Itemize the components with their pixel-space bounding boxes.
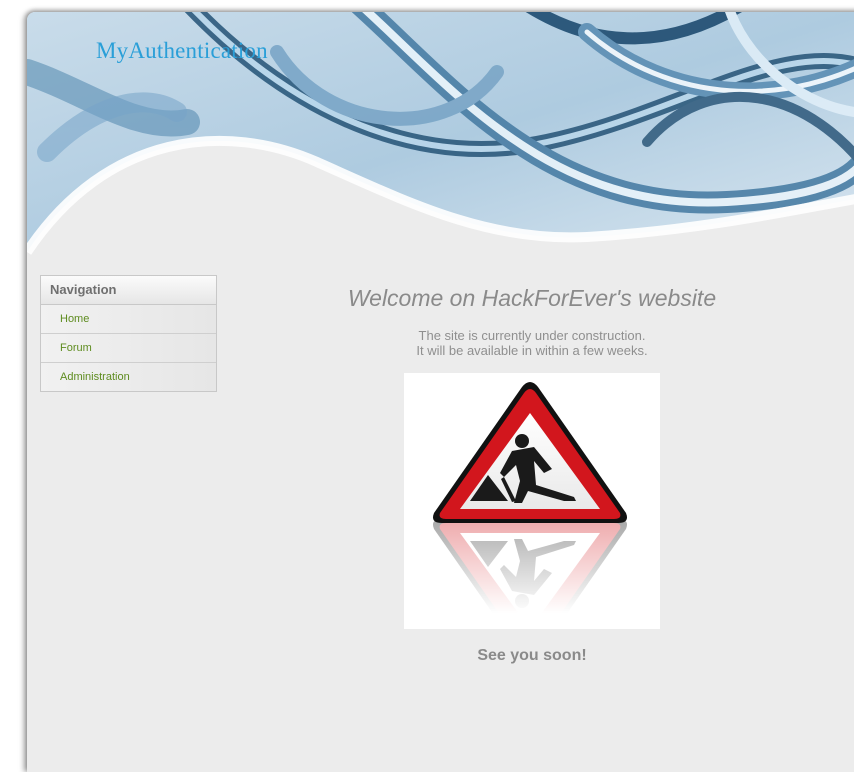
construction-message-line-2: It will be available in within a few wee…	[416, 343, 648, 358]
navigation-panel: Navigation Home Forum Administration	[40, 275, 217, 392]
construction-message: The site is currently under construction…	[237, 328, 827, 358]
navigation-heading: Navigation	[41, 276, 216, 305]
site-title: MyAuthentication	[96, 38, 268, 63]
nav-link-home[interactable]: Home	[41, 305, 216, 334]
see-you-soon-text: See you soon!	[477, 647, 587, 664]
welcome-heading: Welcome on HackForEver's website	[347, 285, 717, 311]
main-content: Welcome on HackForEver's website The sit…	[237, 278, 827, 665]
nav-link-forum[interactable]: Forum	[41, 334, 216, 363]
page-container: MyAuthentication Navigation Home Forum A…	[27, 12, 854, 772]
nav-link-administration[interactable]: Administration	[41, 363, 216, 391]
construction-message-line-1: The site is currently under construction…	[418, 328, 646, 343]
header-banner: MyAuthentication	[27, 12, 854, 272]
road-works-warning-sign-icon	[404, 373, 660, 660]
